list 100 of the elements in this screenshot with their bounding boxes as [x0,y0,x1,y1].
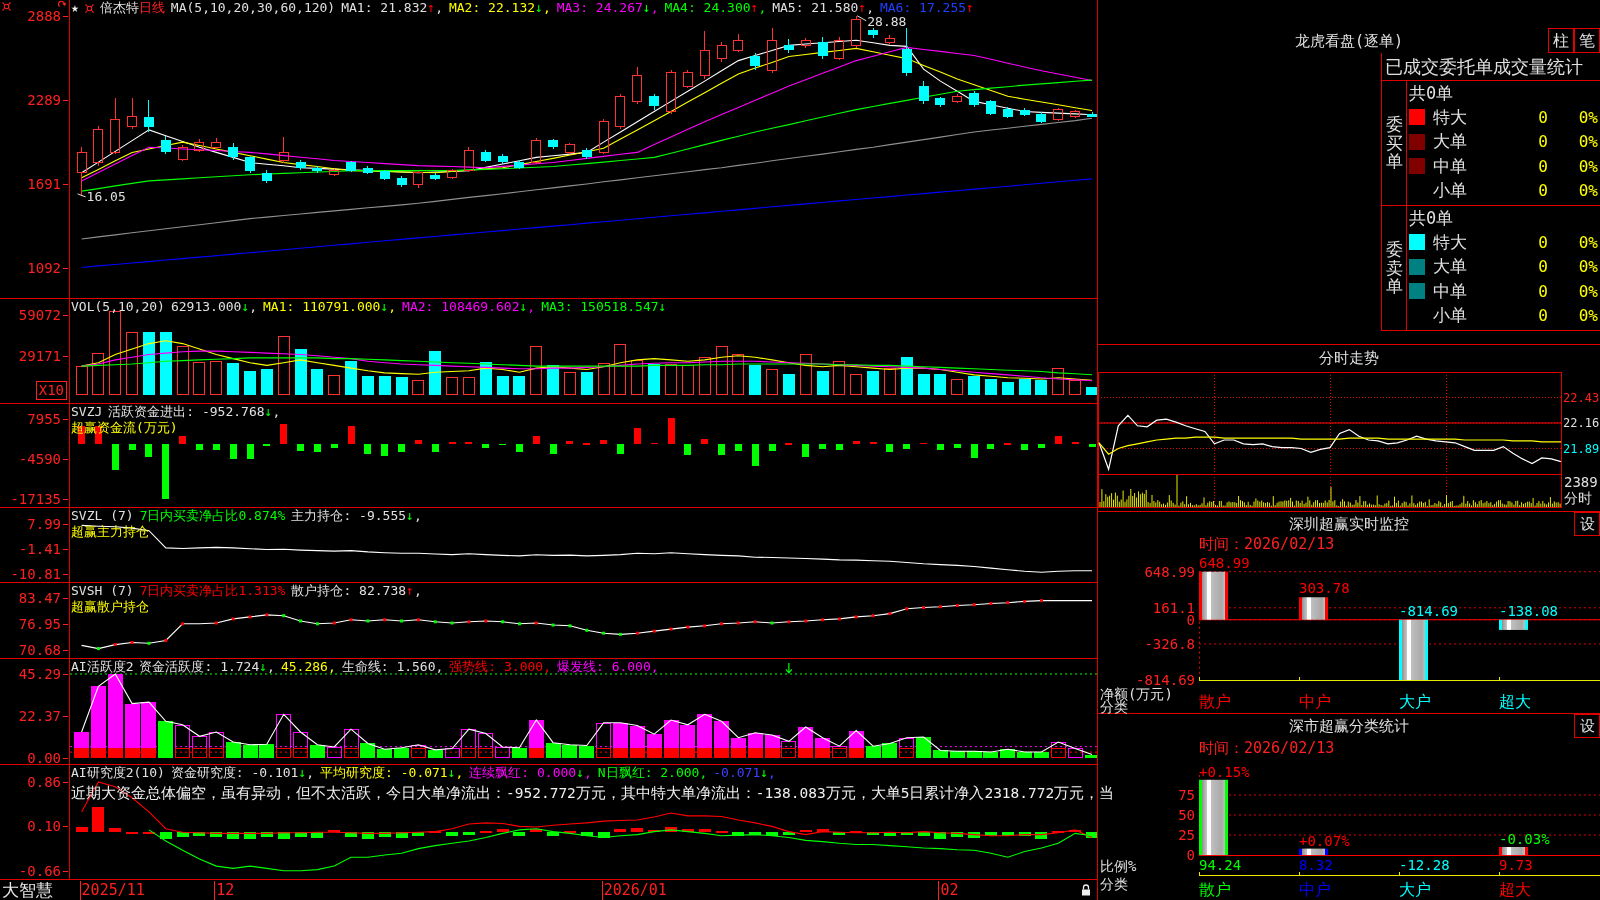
date-label: 2025/11 [79,881,145,900]
legend-item: MA2: 108469.602↓, [402,299,536,315]
order-total: 共0单 [1409,208,1454,228]
legend-item: MA(5,10,20,30,60,120) [170,0,336,16]
volume-peak-label: 2389 [1564,474,1598,490]
order-count: 0 [1537,306,1548,326]
order-share: 0% [1577,257,1599,277]
axis-label: 75 [1178,788,1195,802]
legend-item: 资金活跃度: 1.724↓, [139,659,275,675]
legend-item: SVSH (7) [71,583,134,599]
order-size-label: 大单 [1433,255,1468,279]
panel-title: 龙虎看盘(逐单) [1294,32,1404,52]
axis-title: 分类 [1100,877,1128,891]
legend-item: 平均研究度: -0.071↓, [320,765,464,781]
order-size-label: 大单 [1433,130,1468,154]
axis-label: 0 [1186,848,1195,862]
legend-item: 45.286, [280,659,336,675]
order-size-label: 中单 [1433,154,1468,178]
order-share: 0% [1577,281,1599,301]
date-label: 2026/01 [601,881,667,900]
chart-mode-label: 分时 [1564,490,1592,506]
legend-item: 7日内买卖净占比1.313% [139,583,286,599]
axis-label: 25 [1178,828,1195,842]
axis-label: -17135 [10,490,61,507]
legend-item: MA5: 21.580↑, [772,0,874,16]
legend-item: 主力持仓: -9.555↓, [291,508,422,524]
legend-item: MA2: 22.132↓, [448,0,551,16]
category-label: 大户 [1399,693,1431,711]
high-price-label: 28.88 [867,13,907,29]
axis-title: 比例% [1100,859,1137,873]
order-size-label: 特大 [1433,105,1468,129]
order-share: 0% [1577,232,1599,252]
indicator-subtitle: 超赢散户持仓 [71,599,149,614]
legend-item: SVZL (7) [71,508,134,524]
panel-title: 深圳超赢实时监控 [1289,515,1409,533]
legend-item: 连续飘红: 0.000↓, [469,765,592,781]
order-count: 0 [1537,132,1548,152]
order-share: 0% [1577,306,1599,326]
value-label: 303.78 [1299,580,1350,597]
order-size-label: 小单 [1433,304,1468,328]
legend-item: MA4: 24.300↑, [664,0,767,16]
order-count: 0 [1537,181,1548,201]
value-label: -814.69 [1399,602,1458,619]
indicator-subtitle: 超赢资金流(万元) [71,420,178,435]
category-label: 中户 [1299,693,1331,711]
category-label: 超大 [1499,881,1531,899]
legend-item: MA1: 21.832↑, [341,0,443,16]
date-label: 12 [214,881,235,900]
axis-label: 83.47 [18,589,61,606]
time-label: 时间：2026/02/13 [1199,739,1335,757]
category-label: 大户 [1399,881,1431,899]
order-count: 0 [1537,107,1548,127]
legend-item: SVZJ [71,404,103,420]
order-size-label: 小单 [1433,179,1468,203]
axis-label: -4590 [18,450,61,467]
date-label: 02 [938,881,959,900]
axis-label: -0.66 [18,862,61,879]
axis-label: 22.43 [1563,389,1600,406]
legend-item: MA3: 24.267↓, [556,0,659,16]
axis-label: -1.41 [18,541,61,557]
axis-label: 7955 [27,410,61,427]
axis-label: 45.29 [18,666,61,682]
order-count: 0 [1537,281,1548,301]
order-size-label: 特大 [1433,230,1468,254]
ratio-value: -12.28 [1399,857,1450,873]
brand-name: 大智慧 [2,880,53,900]
legend-item: AI活跃度2 [71,659,134,675]
ratio-value: 94.24 [1199,857,1242,873]
value-label: 648.99 [1199,554,1250,571]
group-label: 委买单 [1385,114,1403,172]
order-share: 0% [1577,132,1599,152]
legend-item: MA3: 150518.547↓ [541,299,667,315]
stock-name: 倍杰特 [99,0,139,15]
axis-label: 7.99 [27,516,61,533]
legend-item: VOL(5,10,20) [71,299,165,315]
axis-label: 2888 [27,7,61,24]
legend-item: 强势线: 3.000, [449,659,551,675]
category-label: 超大 [1499,693,1531,711]
category-label: 中户 [1299,881,1331,899]
legend-item: 散户持仓: 82.738↑, [291,583,422,599]
axis-label: -814.69 [1136,673,1195,687]
axis-label: 22.37 [18,708,61,725]
panel-title: 分时走势 [1319,349,1379,367]
axis-label: 0.86 [27,774,61,790]
value-label: -138.08 [1499,602,1558,619]
axis-label: 76.95 [18,616,61,632]
category-label: 散户 [1199,693,1231,711]
axis-label: 50 [1178,808,1195,822]
order-share: 0% [1577,181,1599,201]
order-count: 0 [1537,232,1548,252]
legend-item: -0.071↓, [713,765,776,781]
order-size-label: 中单 [1433,279,1468,303]
ratio-value: 9.73 [1499,857,1533,873]
legend-item: MA1: 110791.000↓, [263,299,397,315]
axis-title: 净额(万元) [1100,687,1173,701]
low-price-label: 16.05 [86,188,126,204]
axis-label: 22.16 [1563,415,1600,431]
axis-title: 分类 [1100,700,1128,714]
order-total: 共0单 [1409,83,1454,103]
panel-title: 深市超赢分类统计 [1289,717,1409,735]
